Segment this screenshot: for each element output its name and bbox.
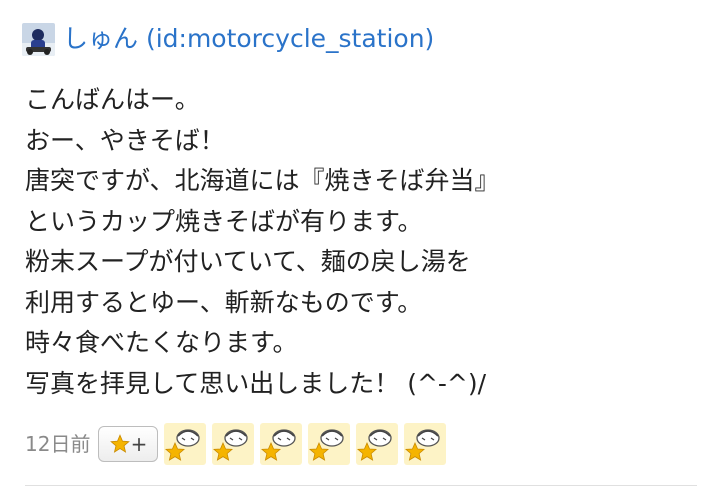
comment-text-line: こんばんはー。 bbox=[25, 85, 200, 114]
user-star-icon[interactable] bbox=[260, 423, 303, 465]
user-star-icon[interactable] bbox=[308, 423, 351, 465]
avatar[interactable] bbox=[22, 22, 55, 56]
comment-body: こんばんはー。 おー、やきそば！ 唐突ですが、北海道には『焼きそば弁当』 という… bbox=[25, 80, 695, 404]
user-star-icon[interactable] bbox=[404, 423, 447, 465]
divider bbox=[25, 485, 697, 486]
comment-header: しゅん (id:motorcycle_station) bbox=[22, 22, 434, 56]
user-star-icon[interactable] bbox=[212, 423, 255, 465]
comment-text-line: 時々食べたくなります。 bbox=[25, 328, 298, 357]
comment-text-line: 唐突ですが、北海道には『焼きそば弁当』 bbox=[25, 166, 500, 195]
timestamp: 12日前 bbox=[25, 432, 91, 456]
add-star-button[interactable]: + bbox=[98, 426, 159, 462]
user-star-icon[interactable] bbox=[164, 423, 207, 465]
comment-text-line: 粉末スープが付いていて、麺の戻し湯を bbox=[25, 247, 471, 276]
plus-label: + bbox=[130, 432, 148, 456]
star-icon bbox=[109, 434, 130, 453]
star-list bbox=[164, 423, 452, 465]
comment-text-line: おー、やきそば！ bbox=[25, 125, 225, 155]
comment-item: しゅん (id:motorcycle_station) こんばんはー。 おー、や… bbox=[0, 0, 720, 487]
author-link[interactable]: しゅん (id:motorcycle_station) bbox=[63, 22, 434, 56]
comment-text-line: 利用するとゆー、斬新なものです。 bbox=[25, 287, 423, 317]
comment-footer: 12日前 + bbox=[25, 423, 452, 465]
comment-text-line: 写真を拝見して思い出しました！ (^-^)/ bbox=[25, 368, 487, 398]
comment-text-line: というカップ焼きそばが有ります。 bbox=[25, 206, 423, 236]
user-star-icon[interactable] bbox=[356, 423, 399, 465]
